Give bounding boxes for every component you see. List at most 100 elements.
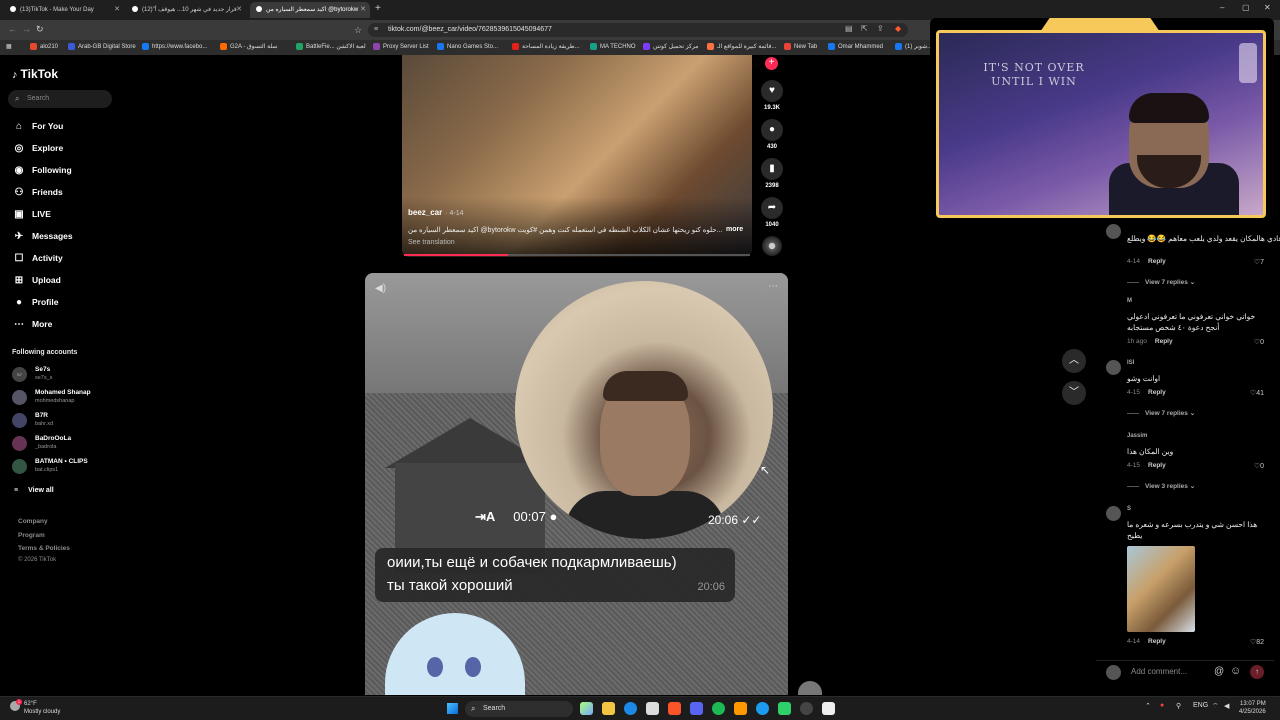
previous-video-button[interactable]: ︿ xyxy=(1062,349,1086,373)
nav-activity[interactable]: ☐ Activity xyxy=(12,251,112,265)
following-account[interactable]: BATMAN • CLIPS bat.clips1 xyxy=(12,457,118,477)
site-info-icon[interactable]: ≡ xyxy=(374,23,378,37)
bookmark-item[interactable]: Omar Mhammed xyxy=(828,42,883,53)
view-all-link[interactable]: ≡ View all xyxy=(14,487,64,494)
share-icon[interactable]: ⇪ xyxy=(877,24,884,33)
app-icon[interactable] xyxy=(778,702,791,715)
nav-explore[interactable]: ◎ Explore xyxy=(12,141,112,155)
close-tab-icon[interactable]: ✕ xyxy=(236,2,242,18)
comment-like-button[interactable]: ♡0 xyxy=(1254,338,1264,346)
bookmark-item[interactable]: Proxy Server List xyxy=(373,42,429,53)
bookmark-item[interactable]: قائمة كبيرة للمواقع الـ... xyxy=(707,42,776,53)
volume-icon[interactable]: ◀ xyxy=(1224,702,1229,710)
bookmark-item[interactable]: BattleFie... لعبة الاكشن xyxy=(296,42,366,53)
following-account[interactable]: BaDroOoLa _badrola xyxy=(12,434,118,454)
taskbar-search[interactable]: ⌕ Search xyxy=(465,701,573,717)
windows-start-icon[interactable] xyxy=(447,703,458,714)
comment-image[interactable] xyxy=(1127,546,1195,632)
file-explorer-icon[interactable] xyxy=(602,702,615,715)
spotify-icon[interactable] xyxy=(712,702,725,715)
bookmark-star-icon[interactable]: ☆ xyxy=(354,23,362,37)
bookmark-item[interactable]: مركز تحميل كوتنن xyxy=(643,42,698,53)
following-account[interactable]: Mohamed Shanap mohmedshanap xyxy=(12,388,118,408)
browser-tab-tiktok-home[interactable]: (13)TikTok - Make Your Day ✕ xyxy=(4,2,124,18)
following-account[interactable]: B7R bahr.xd xyxy=(12,411,118,431)
next-video-button[interactable]: ﹀ xyxy=(1062,381,1086,405)
view-replies-button[interactable]: View 7 replies ⌄ xyxy=(1127,409,1195,417)
bookmark-item[interactable]: G2A - سلة التسوق xyxy=(220,42,277,53)
browser-tab-active[interactable]: اكيد سمعطر السياره من @bytorokw ✕ xyxy=(250,2,370,18)
view-replies-button[interactable]: View 7 replies ⌄ xyxy=(1127,278,1195,286)
browser-tab-video[interactable]: (12)"قرار جديد في شهر 10... هيوقف أ ✕ xyxy=(126,2,246,18)
wifi-icon[interactable]: ⌔ xyxy=(1212,702,1219,711)
tiktok-logo[interactable]: ♪ TikTok xyxy=(12,67,58,81)
open-external-icon[interactable]: ⇱ xyxy=(861,24,868,33)
minimize-button[interactable]: – xyxy=(1220,3,1224,12)
reply-button[interactable]: Reply xyxy=(1148,389,1166,396)
following-account[interactable]: S7 Se7s se7s_s xyxy=(12,365,118,385)
brave-shield-icon[interactable]: ◆ xyxy=(895,24,901,33)
nav-live[interactable]: ▣ LIVE xyxy=(12,207,112,221)
avatar[interactable] xyxy=(798,681,822,695)
language-indicator[interactable]: ENG xyxy=(1193,702,1208,709)
comment-like-button[interactable]: ♡7 xyxy=(1254,258,1264,266)
obs-icon[interactable] xyxy=(800,702,813,715)
save-button[interactable]: ▮ 2398 xyxy=(760,158,784,189)
close-tab-icon[interactable]: ✕ xyxy=(114,2,120,18)
weather-widget[interactable]: 1 62°F Mostly cloudy xyxy=(10,699,60,716)
tray-app-icon[interactable]: ⚲ xyxy=(1176,702,1181,710)
bookmark-item[interactable]: New Tab xyxy=(784,42,817,53)
comment-like-button[interactable]: ♡41 xyxy=(1250,389,1264,397)
search-input[interactable]: ⌕ Search xyxy=(8,90,112,108)
bookmark-item[interactable]: طريقة زيادة المساحة... xyxy=(512,42,580,53)
forward-icon[interactable]: → xyxy=(22,24,31,34)
view-replies-button[interactable]: View 3 replies ⌄ xyxy=(1127,482,1195,490)
reply-button[interactable]: Reply xyxy=(1148,258,1166,265)
reply-button[interactable]: Reply xyxy=(1155,338,1173,345)
close-window-button[interactable]: ✕ xyxy=(1264,3,1271,12)
more-options-icon[interactable]: ⋯ xyxy=(768,281,778,292)
store-icon[interactable] xyxy=(646,702,659,715)
copilot-icon[interactable] xyxy=(580,702,593,715)
video-author[interactable]: beez_car · 4-14 xyxy=(408,208,464,217)
app-icon[interactable] xyxy=(734,702,747,715)
steam-icon[interactable] xyxy=(756,702,769,715)
video-player-2[interactable]: ⇥A 00:07 ● 20:06 ✓✓ оиии,ты ещё и собачек… xyxy=(365,273,788,695)
nav-for-you[interactable]: ⌂ For You xyxy=(12,119,112,133)
follow-plus-icon[interactable]: + xyxy=(765,57,778,70)
edge-icon[interactable] xyxy=(624,702,637,715)
avatar[interactable] xyxy=(1106,360,1121,375)
avatar[interactable] xyxy=(1106,506,1121,521)
bookmark-item[interactable]: alo210 xyxy=(30,42,58,53)
nav-following[interactable]: ◉ Following xyxy=(12,163,112,177)
notepad-icon[interactable] xyxy=(822,702,835,715)
close-tab-icon[interactable]: ✕ xyxy=(360,2,366,18)
reload-icon[interactable]: ↻ xyxy=(36,24,44,35)
emoji-icon[interactable]: ☺ xyxy=(1230,665,1241,677)
nav-profile[interactable]: ● Profile xyxy=(12,295,112,309)
caption-more-link[interactable]: more xyxy=(726,226,743,233)
reply-button[interactable]: Reply xyxy=(1148,462,1166,469)
footer-company-link[interactable]: Company xyxy=(18,518,48,525)
tray-app-icon[interactable]: ● xyxy=(1160,702,1164,709)
send-icon[interactable]: ↑ xyxy=(1250,665,1264,679)
like-button[interactable]: ♥ 19.3K xyxy=(760,80,784,111)
footer-program-link[interactable]: Program xyxy=(18,532,45,539)
mention-icon[interactable]: @ xyxy=(1214,666,1224,677)
bookmark-item[interactable]: Arab-GB Digital Store xyxy=(68,42,136,53)
see-translation-link[interactable]: See translation xyxy=(408,239,455,246)
share-button[interactable]: ➦ 1040 xyxy=(760,197,784,228)
system-clock[interactable]: 13:07 PM 4/25/2026 xyxy=(1239,700,1266,716)
address-bar[interactable]: ☆ ≡ tiktok.com/@beez_car/video/762853961… xyxy=(354,23,908,37)
brave-icon[interactable] xyxy=(668,702,681,715)
apps-grid-icon[interactable]: ▦ xyxy=(6,42,12,53)
bookmark-item[interactable]: (1) شوبر... xyxy=(895,42,932,53)
avatar[interactable] xyxy=(1106,224,1121,239)
reply-button[interactable]: Reply xyxy=(1148,638,1166,645)
reader-mode-icon[interactable]: ▤ xyxy=(845,24,853,33)
nav-friends[interactable]: ⚇ Friends xyxy=(12,185,112,199)
discord-icon[interactable] xyxy=(690,702,703,715)
video-progress-bar[interactable] xyxy=(404,254,750,256)
tray-chevron-icon[interactable]: ⌃ xyxy=(1145,702,1151,710)
comment-like-button[interactable]: ♡82 xyxy=(1250,638,1264,646)
